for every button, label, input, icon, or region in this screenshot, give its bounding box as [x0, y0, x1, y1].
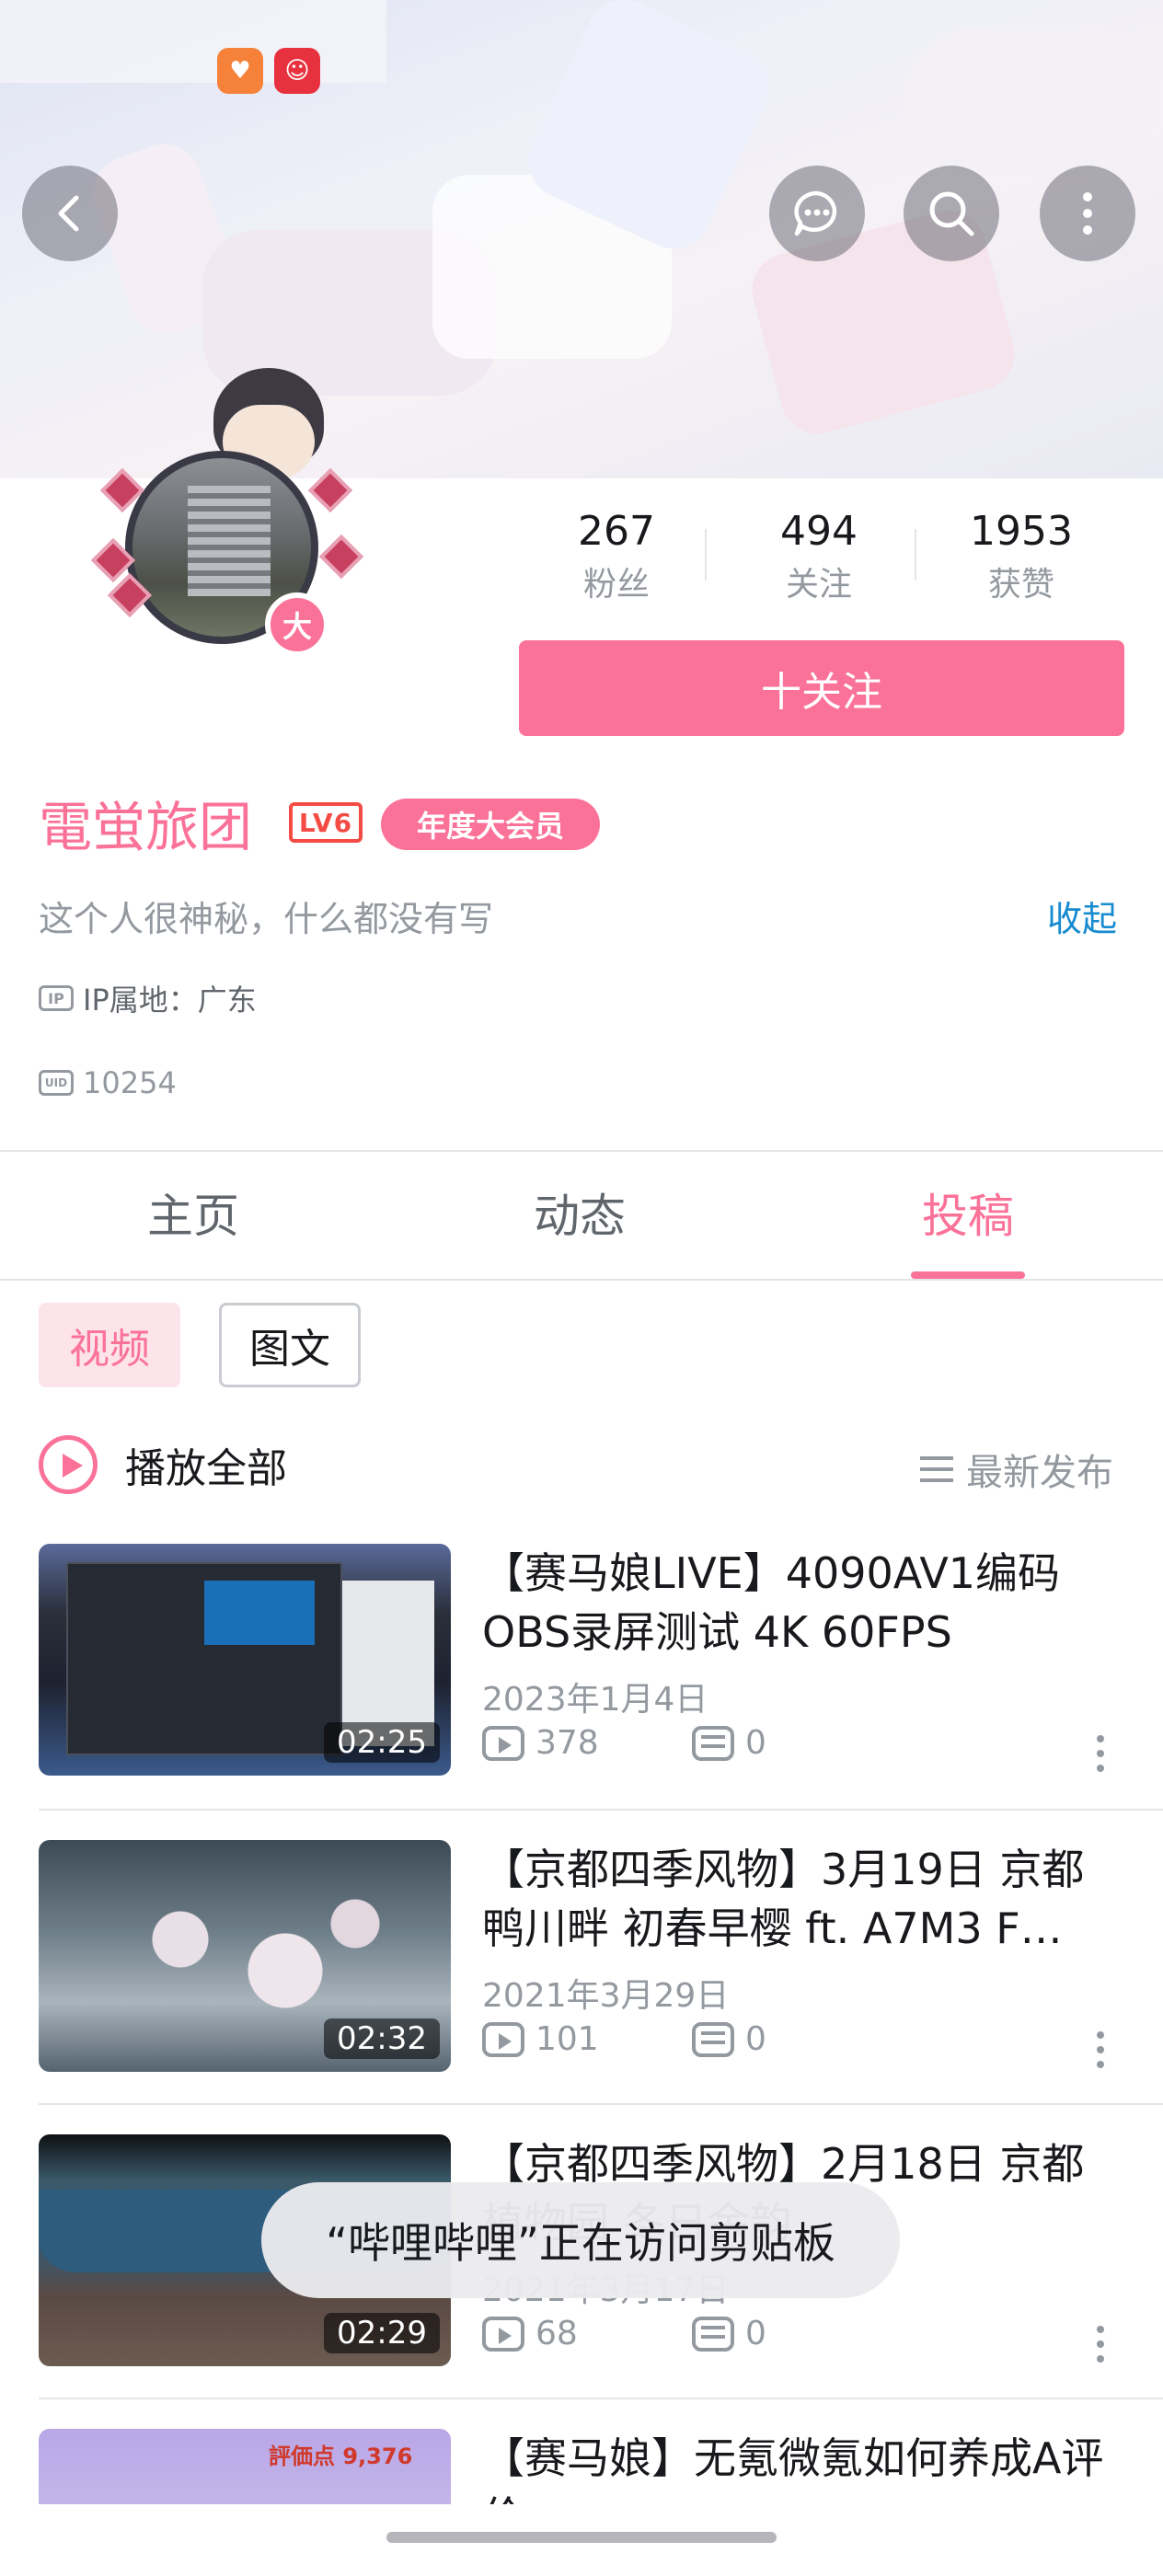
play-all-button[interactable]: 播放全部 [39, 1435, 287, 1494]
stat-likes[interactable]: 1953 获赞 [920, 501, 1123, 608]
bio-text: 这个人很神秘，什么都没有写 [39, 899, 494, 939]
search-icon [929, 191, 974, 236]
sort-button[interactable]: 最新发布 [920, 1443, 1113, 1496]
tab-home[interactable]: 主页 [0, 1154, 386, 1279]
danmaku-icon [692, 2316, 734, 2352]
message-icon [794, 190, 837, 236]
sort-label: 最新发布 [966, 1452, 1113, 1494]
video-title[interactable]: 【赛马娘LIVE】4090AV1编码OBS录屏测试 4K 60FPS [482, 1544, 1126, 1662]
danmaku-icon [692, 1725, 734, 1761]
stat-label: 获赞 [987, 566, 1054, 604]
app-red-icon: ☺ [274, 48, 320, 94]
video-item[interactable]: 02:32 【京都四季风物】3月19日 京都 鸭川畔 初春早樱 ft. A7M3… [39, 1840, 1124, 2079]
play-count-icon [482, 2316, 524, 2352]
video-date: 2023年1月4日 [482, 1681, 708, 1719]
video-thumbnail[interactable]: 評価点 9,376 [39, 2429, 451, 2504]
stat-label: 粉丝 [582, 566, 650, 604]
stat-following[interactable]: 494 关注 [718, 501, 920, 608]
avatar-container[interactable]: 大 [85, 368, 364, 662]
username: 電蛍旅团 [39, 796, 253, 858]
stat-value: 267 [578, 508, 655, 555]
danmaku-icon [692, 2021, 734, 2057]
danmaku-count: 0 [745, 1724, 766, 1762]
stat-value: 494 [780, 508, 858, 555]
follow-button[interactable]: 十关注 [519, 640, 1124, 736]
stat-fans[interactable]: 267 粉丝 [515, 501, 718, 608]
more-vertical-icon [1083, 192, 1092, 235]
video-duration: 02:25 [324, 1722, 440, 1763]
app-heart-icon: ♥ [217, 48, 263, 94]
tab-uploads[interactable]: 投稿 [773, 1154, 1163, 1279]
more-button[interactable] [1040, 166, 1135, 261]
video-item[interactable]: 02:25 【赛马娘LIVE】4090AV1编码OBS录屏测试 4K 60FPS… [39, 1544, 1124, 1783]
avatar-frame-gem [318, 534, 364, 580]
stat-divider [915, 529, 916, 581]
back-arrow-icon [58, 195, 79, 232]
play-count: 378 [535, 1724, 599, 1762]
back-button[interactable] [22, 166, 118, 261]
stat-divider [705, 529, 707, 581]
profile-stats: 267 粉丝 494 关注 1953 获赞 [515, 501, 1123, 608]
video-duration: 02:32 [324, 2018, 440, 2059]
play-circle-icon [39, 1435, 98, 1494]
vip-avatar-badge: 大 [265, 592, 329, 657]
uid-row[interactable]: UID 10254 [39, 1065, 177, 1100]
tabs-divider [0, 1279, 1163, 1281]
video-stats: 101 0 [482, 2020, 766, 2058]
vip-badge[interactable]: 年度大会员 [381, 799, 600, 850]
video-duration: 02:29 [324, 2313, 440, 2353]
stat-value: 1953 [970, 508, 1073, 555]
video-stats: 378 0 [482, 1724, 766, 1762]
tab-dynamic[interactable]: 动态 [386, 1154, 773, 1279]
section-divider [0, 1150, 1163, 1152]
video-thumbnail[interactable]: 02:32 [39, 1840, 451, 2072]
uid-icon: UID [39, 1070, 74, 1096]
thumbnail-text: 評価点 9,376 [269, 2444, 413, 2469]
ip-location: IP属地：广东 [83, 983, 257, 1018]
status-bar-app-icons: ♥ ☺ [217, 48, 320, 94]
video-thumbnail[interactable]: 02:25 [39, 1544, 451, 1776]
play-count: 101 [535, 2020, 599, 2058]
collapse-link[interactable]: 收起 [1047, 891, 1117, 941]
list-divider [39, 2103, 1163, 2105]
video-more-icon[interactable] [1097, 2031, 1104, 2039]
uid-value: 10254 [83, 1065, 177, 1100]
level-badge[interactable]: LV6 [289, 802, 363, 843]
video-item[interactable]: 評価点 9,376 【赛马娘】无氪微氪如何养成A评价 [39, 2429, 1124, 2504]
danmaku-count: 0 [745, 2315, 766, 2352]
filter-video[interactable]: 视频 [39, 1303, 180, 1387]
play-count-icon [482, 1725, 524, 1761]
ip-location-row: IP IP属地：广东 [39, 977, 257, 1019]
home-indicator[interactable] [386, 2532, 777, 2543]
video-title[interactable]: 【赛马娘】无氪微氪如何养成A评价 [482, 2429, 1124, 2504]
play-count-icon [482, 2021, 524, 2057]
video-more-icon[interactable] [1097, 1735, 1104, 1742]
filter-article[interactable]: 图文 [219, 1303, 361, 1387]
clipboard-toast: “哔哩哔哩”正在访问剪贴板 [261, 2182, 900, 2298]
profile-tabs: 主页 动态 投稿 [0, 1154, 1163, 1279]
video-stats: 68 0 [482, 2315, 766, 2352]
list-divider [39, 1809, 1163, 1811]
stat-label: 关注 [785, 566, 852, 604]
danmaku-count: 0 [745, 2020, 766, 2058]
message-button[interactable] [769, 166, 865, 261]
ip-icon: IP [39, 985, 74, 1011]
search-button[interactable] [904, 166, 999, 261]
play-all-label: 播放全部 [125, 1445, 287, 1492]
video-more-icon[interactable] [1097, 2326, 1104, 2333]
play-count: 68 [535, 2315, 578, 2352]
sort-icon [920, 1456, 953, 1482]
video-title[interactable]: 【京都四季风物】3月19日 京都 鸭川畔 初春早樱 ft. A7M3 F… [482, 1840, 1126, 1958]
video-date: 2021年3月29日 [482, 1977, 730, 2015]
list-divider [39, 2398, 1163, 2399]
